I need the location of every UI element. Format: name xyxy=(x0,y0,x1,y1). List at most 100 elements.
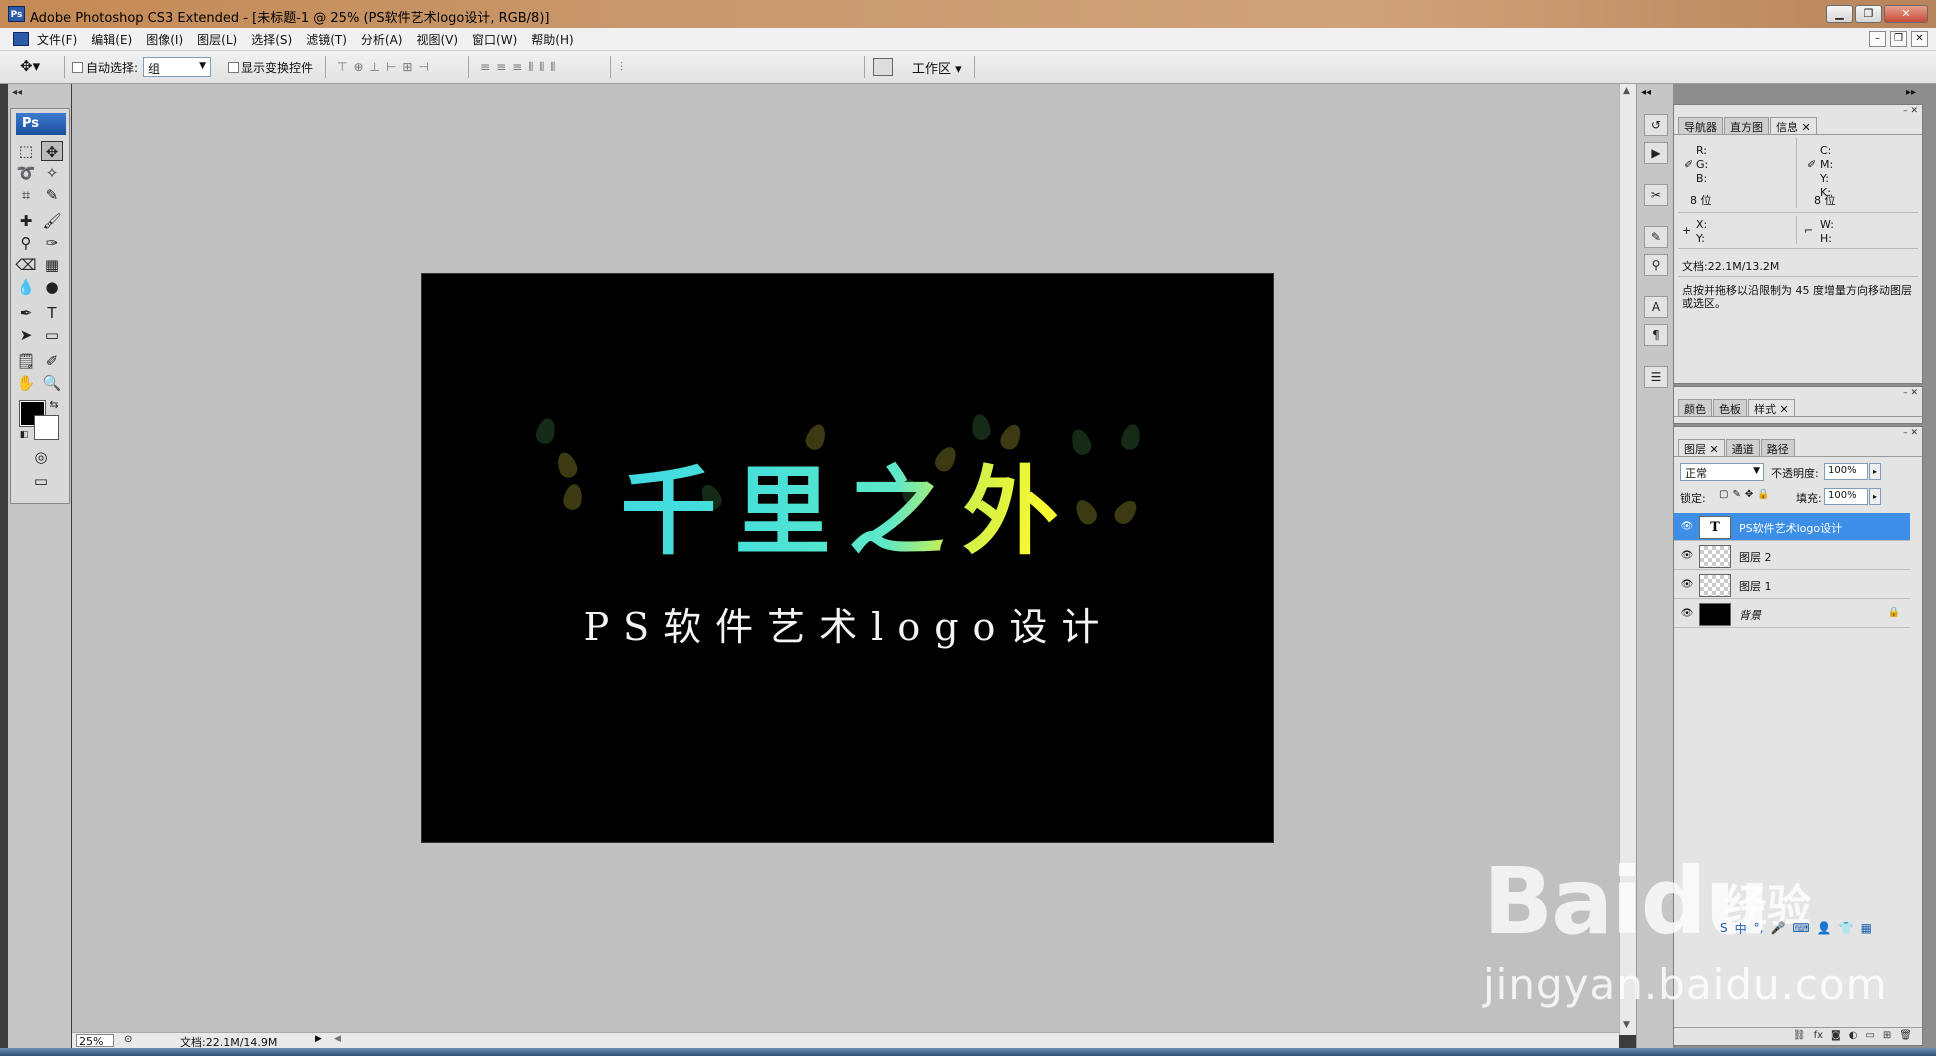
document-icon[interactable] xyxy=(13,32,29,46)
clone-source-icon[interactable]: ⚲ xyxy=(1644,254,1668,276)
distribute-hcenter-icon[interactable]: ⫴ xyxy=(539,60,544,75)
zoom-field[interactable]: 25% xyxy=(76,1034,114,1048)
pen-tool-icon[interactable]: ✒ xyxy=(15,303,37,323)
vertical-scrollbar[interactable]: ▲ ▼ xyxy=(1619,84,1636,1035)
opacity-input[interactable]: 100% xyxy=(1824,463,1868,480)
menu-edit[interactable]: 编辑(E) xyxy=(91,31,132,48)
ime-menu-icon[interactable]: ▦ xyxy=(1861,921,1872,935)
actions-panel-icon[interactable]: ▶ xyxy=(1644,142,1668,164)
history-brush-tool-icon[interactable]: ✑ xyxy=(41,233,63,253)
move-tool-preset-icon[interactable]: ✥▾ xyxy=(20,57,60,77)
move-tool-icon[interactable]: ✥ xyxy=(41,141,63,161)
screen-mode-icon[interactable]: ▭ xyxy=(25,471,57,491)
collapse-arrows-icon[interactable]: ▸▸ xyxy=(1906,87,1916,98)
scroll-left-icon[interactable]: ◀ xyxy=(334,1034,341,1044)
status-menu-arrow-icon[interactable]: ▶ xyxy=(315,1034,322,1044)
scroll-up-icon[interactable]: ▲ xyxy=(1623,86,1630,96)
type-tool-icon[interactable]: T xyxy=(41,303,63,323)
tab-swatches[interactable]: 色板 xyxy=(1713,399,1747,416)
scroll-down-icon[interactable]: ▼ xyxy=(1623,1020,1630,1030)
link-layers-icon[interactable]: ⛓ xyxy=(1793,1028,1806,1045)
paragraph-panel-icon[interactable]: ¶ xyxy=(1644,324,1668,346)
layer-row-background[interactable]: 👁 背景 🔒 xyxy=(1674,600,1910,628)
history-panel-icon[interactable]: ↺ xyxy=(1644,114,1668,136)
collapse-arrows-icon[interactable]: ◂◂ xyxy=(12,87,22,98)
layer-row-text[interactable]: 👁 T PS软件艺术logo设计 xyxy=(1674,513,1910,541)
ime-skin-icon[interactable]: 👕 xyxy=(1839,921,1854,935)
blur-tool-icon[interactable]: 💧 xyxy=(15,277,37,297)
doc-restore-button[interactable]: ❐ xyxy=(1890,31,1907,47)
distribute-vcenter-icon[interactable]: ≡ xyxy=(496,60,506,75)
tab-paths[interactable]: 路径 xyxy=(1760,439,1795,456)
eraser-tool-icon[interactable]: ⌫ xyxy=(15,255,37,275)
distribute-top-icon[interactable]: ≡ xyxy=(480,60,490,75)
dodge-tool-icon[interactable]: ● xyxy=(41,277,63,297)
crop-tool-icon[interactable]: ⌗ xyxy=(15,185,37,205)
fill-input[interactable]: 100% xyxy=(1824,488,1868,505)
ime-mode-icon[interactable]: 中 xyxy=(1735,920,1747,937)
align-vcenter-icon[interactable]: ⊕ xyxy=(353,60,363,74)
distribute-bottom-icon[interactable]: ≡ xyxy=(512,60,522,75)
workspace-menu[interactable]: 工作区 ▾ xyxy=(912,58,962,77)
character-panel-icon[interactable]: A xyxy=(1644,296,1668,318)
eye-icon[interactable]: 👁 xyxy=(1680,521,1694,532)
tab-info[interactable]: 信息 ✕ xyxy=(1770,117,1817,134)
menu-view[interactable]: 视图(V) xyxy=(416,31,458,48)
adjustment-layer-icon[interactable]: ◐ xyxy=(1849,1028,1858,1045)
marquee-tool-icon[interactable]: ⬚ xyxy=(15,141,37,161)
ime-logo-icon[interactable]: S xyxy=(1720,921,1728,935)
layer-row-1[interactable]: 👁 图层 1 xyxy=(1674,571,1910,599)
collapse-arrows-icon[interactable]: ◂◂ xyxy=(1641,87,1651,98)
ime-punct-icon[interactable]: °, xyxy=(1754,921,1764,935)
menu-analysis[interactable]: 分析(A) xyxy=(361,31,403,48)
layer-mask-icon[interactable]: ◙ xyxy=(1831,1028,1841,1045)
gradient-tool-icon[interactable]: ▦ xyxy=(41,255,63,275)
tab-histogram[interactable]: 直方图 xyxy=(1724,117,1769,134)
layer-style-icon[interactable]: fx xyxy=(1814,1028,1823,1045)
menu-layer[interactable]: 图层(L) xyxy=(197,31,237,48)
menu-window[interactable]: 窗口(W) xyxy=(472,31,517,48)
opacity-slider-arrow-icon[interactable]: ▸ xyxy=(1869,463,1881,480)
panel-close-icon[interactable]: – ✕ xyxy=(1903,428,1918,438)
swap-colors-icon[interactable]: ⇆ xyxy=(43,395,65,415)
shape-tool-icon[interactable]: ▭ xyxy=(41,325,63,345)
doc-close-button[interactable]: ✕ xyxy=(1911,31,1928,47)
brushes-panel-icon[interactable]: ✎ xyxy=(1644,226,1668,248)
eyedropper-tool-icon[interactable]: ✐ xyxy=(41,351,63,371)
ime-user-icon[interactable]: 👤 xyxy=(1817,921,1832,935)
restore-button[interactable]: ❐ xyxy=(1855,5,1882,23)
clone-stamp-tool-icon[interactable]: ⚲ xyxy=(15,233,37,253)
blend-mode-dropdown[interactable]: 正常 ▼ xyxy=(1680,463,1764,481)
align-hcenter-icon[interactable]: ⊞ xyxy=(402,60,412,74)
close-button[interactable]: ✕ xyxy=(1884,5,1928,23)
new-group-icon[interactable]: ▭ xyxy=(1865,1028,1874,1045)
document-canvas[interactable]: 千里之外 PS软件艺术logo设计 xyxy=(421,273,1274,843)
palette-well-icon[interactable] xyxy=(873,58,893,76)
hand-tool-icon[interactable]: ✋ xyxy=(15,373,37,393)
tab-navigator[interactable]: 导航器 xyxy=(1678,117,1723,134)
distribute-left-icon[interactable]: ⫴ xyxy=(528,60,533,75)
distribute-right-icon[interactable]: ⫴ xyxy=(550,60,555,75)
tab-styles[interactable]: 样式 ✕ xyxy=(1748,399,1795,416)
healing-brush-tool-icon[interactable]: ✚ xyxy=(15,211,37,231)
panel-close-icon[interactable]: – ✕ xyxy=(1903,388,1918,398)
brush-tool-icon[interactable]: 🖌 xyxy=(41,211,63,231)
layer-row-2[interactable]: 👁 图层 2 xyxy=(1674,542,1910,570)
panel-close-icon[interactable]: – ✕ xyxy=(1903,106,1918,116)
eye-icon[interactable]: 👁 xyxy=(1680,608,1694,619)
auto-align-icon[interactable]: ⫶ xyxy=(620,60,623,75)
lock-options-icons[interactable]: ▢✎✥🔒 xyxy=(1719,489,1774,500)
menu-filter[interactable]: 滤镜(T) xyxy=(306,31,347,48)
minimize-button[interactable]: ▁ xyxy=(1826,5,1853,23)
menu-image[interactable]: 图像(I) xyxy=(146,31,183,48)
ime-voice-icon[interactable]: 🎤 xyxy=(1770,921,1785,935)
align-right-icon[interactable]: ⊣ xyxy=(418,60,428,74)
menu-help[interactable]: 帮助(H) xyxy=(531,31,573,48)
tool-presets-icon[interactable]: ✂ xyxy=(1644,184,1668,206)
magic-wand-tool-icon[interactable]: ✧ xyxy=(41,163,63,183)
tab-layers[interactable]: 图层 ✕ xyxy=(1678,439,1725,456)
new-layer-icon[interactable]: ⊞ xyxy=(1883,1028,1891,1045)
align-top-icon[interactable]: ⊤ xyxy=(337,60,347,74)
align-bottom-icon[interactable]: ⊥ xyxy=(370,60,380,74)
eye-icon[interactable]: 👁 xyxy=(1680,550,1694,561)
